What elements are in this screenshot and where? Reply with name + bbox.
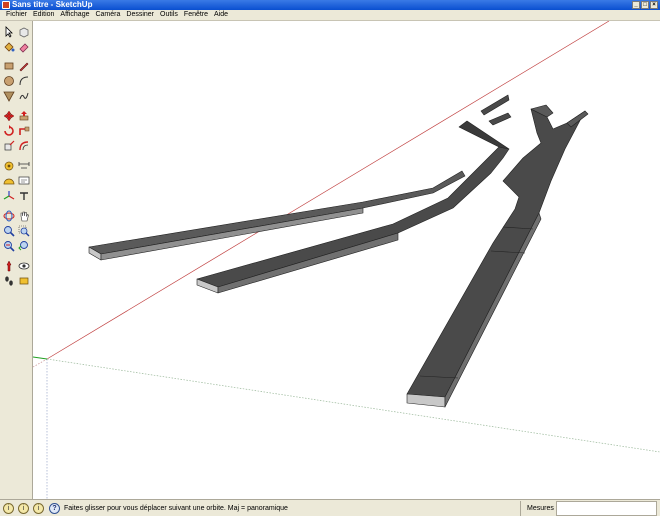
green-axis-dotted <box>46 358 660 453</box>
walk-icon <box>5 276 13 286</box>
follow-me-tool[interactable] <box>17 124 31 138</box>
circle-tool[interactable] <box>2 74 16 88</box>
3d-model-scene <box>33 21 660 499</box>
3d-text-tool[interactable] <box>17 189 31 203</box>
rotate-icon <box>4 125 14 136</box>
pan-icon <box>20 211 29 222</box>
dimension-icon <box>18 162 30 169</box>
zoom-tool[interactable] <box>2 224 16 238</box>
menu-edition[interactable]: Edition <box>30 10 57 20</box>
user-info-icon[interactable]: i <box>33 503 44 514</box>
look-around-icon <box>18 262 30 270</box>
zoom-window-icon <box>18 225 30 237</box>
close-button[interactable]: × <box>650 1 658 9</box>
offset-icon <box>19 141 29 151</box>
title-bar: Sans titre - SketchUp _ □ × <box>0 0 660 10</box>
scale-tool[interactable] <box>2 139 16 153</box>
3d-text-icon <box>20 192 28 200</box>
zoom-icon <box>4 226 15 237</box>
rail-middle <box>196 94 512 294</box>
position-camera-tool[interactable] <box>2 259 16 273</box>
geolocation-icon[interactable]: i <box>3 503 14 514</box>
menu-fenetre[interactable]: Fenêtre <box>181 10 211 20</box>
axes-tool[interactable] <box>2 189 16 203</box>
zoom-window-tool[interactable] <box>17 224 31 238</box>
offset-tool[interactable] <box>17 139 31 153</box>
polygon-tool[interactable] <box>2 89 16 103</box>
eraser-tool[interactable] <box>17 40 31 54</box>
measures-input[interactable] <box>556 501 657 516</box>
menu-outils[interactable]: Outils <box>157 10 181 20</box>
window-controls: _ □ × <box>632 1 658 9</box>
polygon-icon <box>3 91 15 102</box>
move-tool[interactable] <box>2 109 16 123</box>
paint-bucket-icon <box>4 42 15 52</box>
look-around-tool[interactable] <box>17 259 31 273</box>
menu-camera[interactable]: Caméra <box>92 10 123 20</box>
menu-affichage[interactable]: Affichage <box>57 10 92 20</box>
rotate-tool[interactable] <box>2 124 16 138</box>
scale-icon <box>4 140 15 151</box>
rectangle-tool[interactable] <box>2 59 16 73</box>
rectangle-icon <box>4 62 14 70</box>
eraser-icon <box>19 43 29 53</box>
maximize-button[interactable]: □ <box>641 1 649 9</box>
arc-icon <box>19 76 29 86</box>
paint-bucket-tool[interactable] <box>2 40 16 54</box>
text-tool[interactable] <box>17 174 31 188</box>
green-axis-solid <box>33 356 48 360</box>
status-bar: i i i ? Faites glisser pour vous déplace… <box>0 499 660 516</box>
push-pull-icon <box>19 111 29 121</box>
previous-view-tool[interactable] <box>17 239 31 253</box>
orbit-tool[interactable] <box>2 209 16 223</box>
help-icon[interactable]: ? <box>49 503 60 514</box>
credits-icon[interactable]: i <box>18 503 29 514</box>
protractor-icon <box>3 178 15 185</box>
menu-dessiner[interactable]: Dessiner <box>123 10 157 20</box>
previous-view-icon <box>18 241 28 251</box>
line-tool[interactable] <box>17 59 31 73</box>
menu-aide[interactable]: Aide <box>211 10 231 20</box>
window-title: Sans titre - SketchUp <box>12 0 93 9</box>
menu-fichier[interactable]: Fichier <box>3 10 30 20</box>
protractor-tool[interactable] <box>2 174 16 188</box>
section-plane-icon <box>19 277 29 285</box>
push-pull-tool[interactable] <box>17 109 31 123</box>
text-icon <box>18 176 30 185</box>
rail-left <box>88 170 466 261</box>
walk-tool[interactable] <box>2 274 16 288</box>
zoom-extents-icon <box>4 241 15 252</box>
arc-tool[interactable] <box>17 74 31 88</box>
large-tool-set <box>0 21 33 499</box>
make-component-tool[interactable] <box>17 25 31 39</box>
tape-measure-icon <box>4 161 14 171</box>
drawing-viewport[interactable] <box>33 21 660 499</box>
position-camera-icon <box>6 260 12 272</box>
freehand-icon <box>19 92 29 100</box>
component-icon <box>19 27 29 38</box>
pan-tool[interactable] <box>17 209 31 223</box>
move-icon <box>3 110 15 122</box>
zoom-extents-tool[interactable] <box>2 239 16 253</box>
freehand-tool[interactable] <box>17 89 31 103</box>
red-axis-dotted <box>33 358 48 368</box>
status-hint-text: Faites glisser pour vous déplacer suivan… <box>64 505 288 512</box>
section-plane-tool[interactable] <box>17 274 31 288</box>
tape-measure-tool[interactable] <box>2 159 16 173</box>
axes-icon <box>3 191 15 200</box>
status-separator <box>520 501 521 516</box>
follow-me-icon <box>19 126 30 135</box>
circle-icon <box>4 76 14 86</box>
sketchup-app-icon <box>2 1 10 9</box>
dimension-tool[interactable] <box>17 159 31 173</box>
measures-label: Mesures <box>527 505 554 512</box>
select-icon <box>5 26 13 38</box>
menu-bar: Fichier Edition Affichage Caméra Dessine… <box>0 10 660 21</box>
select-tool[interactable] <box>2 25 16 39</box>
orbit-icon <box>3 210 15 222</box>
pencil-icon <box>19 62 29 72</box>
minimize-button[interactable]: _ <box>632 1 640 9</box>
